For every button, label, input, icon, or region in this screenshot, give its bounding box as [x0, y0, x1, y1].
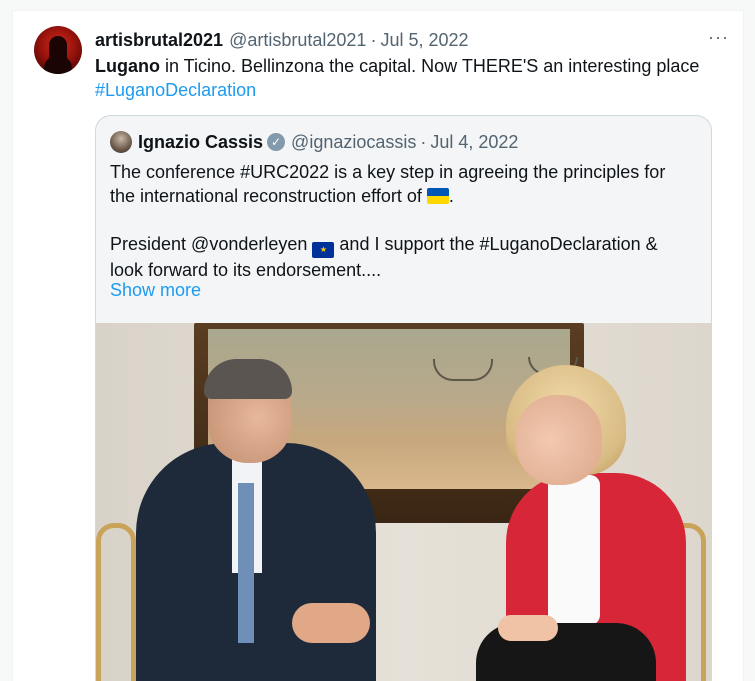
verified-badge-icon: ✓ — [267, 133, 286, 151]
author-handle[interactable]: @artisbrutal2021 — [229, 30, 366, 51]
header-separator: · — [370, 29, 377, 50]
hashtag-link[interactable]: #LuganoDeclaration — [95, 80, 256, 100]
eu-flag-icon: ★ — [312, 242, 335, 258]
quoted-tweet[interactable]: Ignazio Cassis ✓ @ignaziocassis · Jul 4,… — [95, 115, 712, 681]
quoted-line-4: look forward to its endorsement.... — [110, 260, 382, 280]
ukraine-flag-icon — [426, 188, 449, 204]
author-avatar[interactable] — [34, 26, 82, 74]
quoted-date[interactable]: Jul 4, 2022 — [430, 132, 518, 153]
tweet-photo[interactable] — [96, 323, 711, 681]
tweet-date[interactable]: Jul 5, 2022 — [380, 30, 468, 51]
more-options-icon[interactable]: ··· — [708, 27, 729, 48]
quoted-author-handle[interactable]: @ignaziocassis — [291, 132, 416, 153]
author-name[interactable]: artisbrutal2021 — [95, 30, 223, 51]
quoted-separator: · — [420, 131, 427, 152]
show-more-link[interactable]: Show more — [110, 280, 201, 301]
tweet-text-bold: Lugano — [95, 56, 160, 76]
quoted-author-avatar[interactable] — [110, 131, 132, 153]
tweet-text-body: in Ticino. Bellinzona the capital. Now T… — [160, 56, 700, 76]
quoted-text: The conference #URC2022 is a key step in… — [110, 160, 700, 282]
tweet-card[interactable]: artisbrutal2021 @artisbrutal2021 · Jul 5… — [12, 10, 744, 681]
tweet-text: Lugano in Ticino. Bellinzona the capital… — [95, 54, 735, 102]
quoted-line-1: The conference #URC2022 is a key step in… — [110, 162, 666, 182]
tweet-header: artisbrutal2021 @artisbrutal2021 · Jul 5… — [95, 28, 729, 52]
quoted-line-2: the international reconstruction effort … — [110, 186, 454, 206]
quoted-author-name[interactable]: Ignazio Cassis — [138, 132, 263, 153]
quoted-line-3: President @vonderleyen ★ and I support t… — [110, 232, 700, 258]
quoted-header: Ignazio Cassis ✓ @ignaziocassis · Jul 4,… — [138, 130, 518, 154]
